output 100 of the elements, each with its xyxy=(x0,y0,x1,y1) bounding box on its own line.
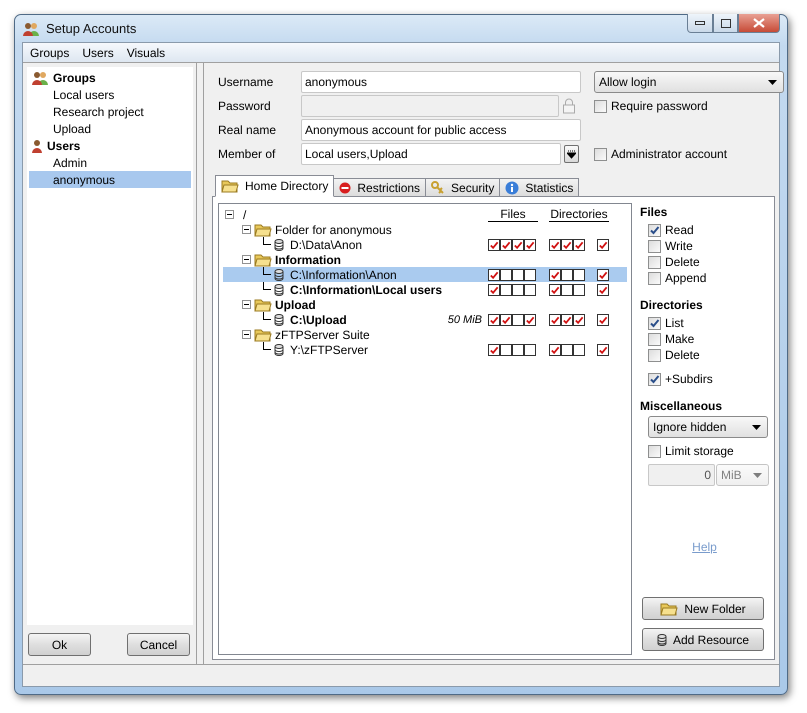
permission-checkbox[interactable] xyxy=(488,268,500,280)
collapse-icon[interactable] xyxy=(242,300,251,309)
permission-checkbox[interactable] xyxy=(500,344,512,356)
resource-row[interactable]: Y:\zFTPServer xyxy=(223,342,627,357)
folder-icon xyxy=(254,222,272,236)
tab[interactable]: Home Directory xyxy=(215,175,334,197)
permission-checkbox[interactable] xyxy=(597,314,609,326)
checkbox[interactable] xyxy=(648,224,661,236)
collapse-icon[interactable] xyxy=(225,210,234,219)
permission-checkbox[interactable] xyxy=(549,284,561,296)
list-item[interactable]: anonymous xyxy=(29,171,191,188)
cancel-button[interactable]: Cancel xyxy=(127,633,190,656)
permission-checkbox[interactable] xyxy=(512,284,524,296)
permission-checkbox[interactable] xyxy=(597,344,609,356)
permission-checkbox[interactable] xyxy=(512,314,524,326)
permission-checkbox[interactable] xyxy=(561,284,573,296)
tab[interactable]: Security xyxy=(425,178,500,197)
permission-checkbox[interactable] xyxy=(500,268,512,280)
permission-checkbox[interactable] xyxy=(561,314,573,326)
list-item[interactable]: Admin xyxy=(29,154,191,171)
permission-checkbox[interactable] xyxy=(500,314,512,326)
permission-checkbox[interactable] xyxy=(488,238,500,250)
permission-checkbox[interactable] xyxy=(524,284,536,296)
hidden-files-dropdown[interactable]: Ignore hidden xyxy=(648,416,768,438)
collapse-icon[interactable] xyxy=(242,255,251,264)
unit-dropdown[interactable]: MiB xyxy=(716,464,769,486)
tree-item[interactable]: Upload xyxy=(275,298,316,312)
resource-row[interactable]: C:\Information\Anon xyxy=(223,267,627,282)
checkbox[interactable] xyxy=(648,256,661,268)
close-button[interactable] xyxy=(738,14,780,33)
list-item[interactable]: Upload xyxy=(29,120,191,137)
checkbox[interactable] xyxy=(648,372,661,386)
permission-checkbox[interactable] xyxy=(512,268,524,280)
permission-checkbox[interactable] xyxy=(488,314,500,326)
database-icon xyxy=(274,238,284,250)
field-label: Member of xyxy=(218,146,276,163)
checkbox[interactable] xyxy=(594,148,607,160)
tab[interactable]: Statistics xyxy=(499,178,580,197)
permission-checkbox[interactable] xyxy=(524,268,536,280)
checkbox[interactable] xyxy=(648,348,661,362)
permission-checkbox[interactable] xyxy=(573,268,585,280)
minimize-button[interactable] xyxy=(687,14,713,33)
permission-checkbox[interactable] xyxy=(524,238,536,250)
checkbox-label: Require password xyxy=(611,99,708,113)
dropdown-icon xyxy=(567,150,576,158)
checkbox[interactable] xyxy=(648,332,661,346)
menu-item[interactable]: Groups xyxy=(30,46,70,60)
maximize-button[interactable] xyxy=(713,14,738,33)
section-header[interactable]: Users xyxy=(47,138,80,152)
checkbox[interactable] xyxy=(648,240,661,252)
checkbox[interactable] xyxy=(648,316,661,330)
menu-item[interactable]: Visuals xyxy=(126,46,166,60)
member-of-field[interactable]: Local users,Upload xyxy=(301,143,561,165)
permission-checkbox[interactable] xyxy=(573,314,585,326)
permission-checkbox[interactable] xyxy=(561,238,573,250)
permission-checkbox[interactable] xyxy=(488,284,500,296)
permission-checkbox[interactable] xyxy=(561,268,573,280)
login-dropdown[interactable]: Allow login xyxy=(594,71,784,93)
ok-button[interactable]: Ok xyxy=(28,633,91,656)
section-header[interactable]: Groups xyxy=(53,70,96,84)
tree-item[interactable]: Folder for anonymous xyxy=(275,222,392,236)
checkbox[interactable] xyxy=(594,100,607,112)
permission-checkbox[interactable] xyxy=(512,238,524,250)
tree-item[interactable]: zFTPServer Suite xyxy=(275,328,370,342)
new-folder-button[interactable]: New Folder xyxy=(642,597,764,620)
resource-row[interactable]: C:\Information\Local users xyxy=(223,282,627,297)
real-name-field[interactable]: Anonymous account for public access xyxy=(301,119,581,141)
list-item[interactable]: Research project xyxy=(29,103,191,120)
collapse-icon[interactable] xyxy=(242,330,251,339)
resource-path: C:\Information\Local users xyxy=(290,282,442,296)
permission-checkbox[interactable] xyxy=(549,344,561,356)
add-resource-button[interactable]: Add Resource xyxy=(642,628,764,651)
resource-row[interactable]: C:\Upload 50 MiB xyxy=(223,312,627,327)
permission-checkbox[interactable] xyxy=(561,344,573,356)
tab[interactable]: Restrictions xyxy=(333,178,426,197)
checkbox[interactable] xyxy=(648,272,661,284)
permission-checkbox[interactable] xyxy=(488,344,500,356)
permission-checkbox[interactable] xyxy=(597,238,609,250)
permission-checkbox[interactable] xyxy=(573,238,585,250)
permission-checkbox[interactable] xyxy=(597,268,609,280)
menu-item[interactable]: Users xyxy=(82,46,114,60)
checkbox[interactable] xyxy=(648,444,661,458)
username-field[interactable]: anonymous xyxy=(301,71,581,93)
tree-item[interactable]: / xyxy=(243,208,246,222)
permission-checkbox[interactable] xyxy=(549,238,561,250)
permission-checkbox[interactable] xyxy=(549,314,561,326)
list-item[interactable]: Local users xyxy=(29,86,191,103)
tree-item[interactable]: Information xyxy=(275,252,341,266)
permission-checkbox[interactable] xyxy=(524,314,536,326)
resource-row[interactable]: D:\Data\Anon xyxy=(223,237,627,252)
permission-checkbox[interactable] xyxy=(524,344,536,356)
permission-checkbox[interactable] xyxy=(500,238,512,250)
collapse-icon[interactable] xyxy=(242,225,251,234)
permission-checkbox[interactable] xyxy=(573,344,585,356)
permission-checkbox[interactable] xyxy=(512,344,524,356)
pick-button[interactable] xyxy=(564,145,579,163)
permission-checkbox[interactable] xyxy=(500,284,512,296)
permission-checkbox[interactable] xyxy=(549,268,561,280)
permission-checkbox[interactable] xyxy=(597,284,609,296)
permission-checkbox[interactable] xyxy=(573,284,585,296)
